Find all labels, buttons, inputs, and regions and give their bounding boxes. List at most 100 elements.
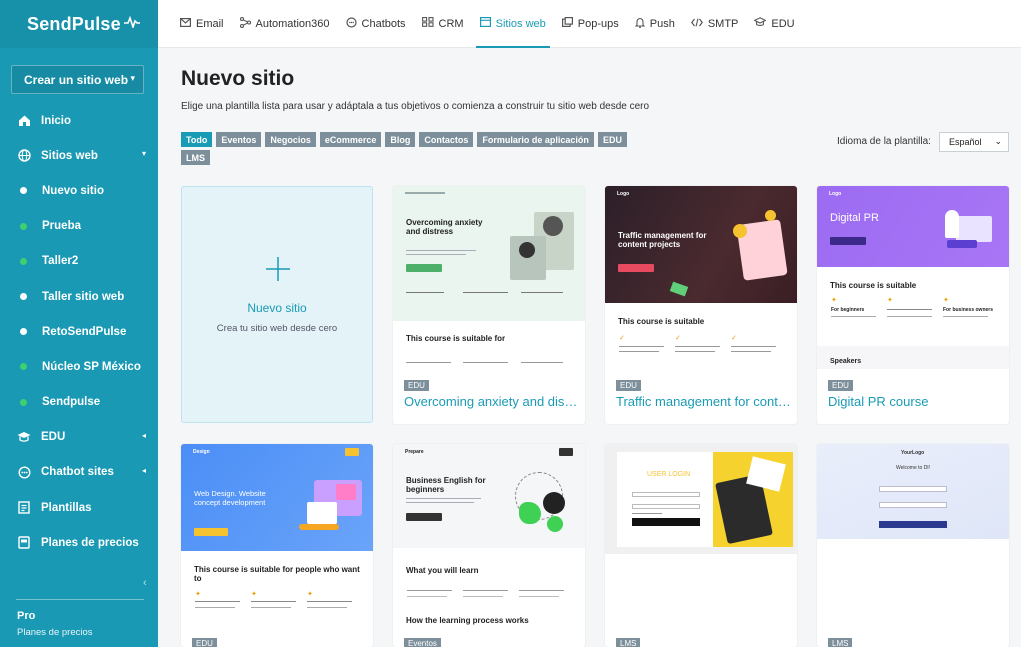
tab-label: Email	[196, 17, 224, 30]
filter-tag-formulario[interactable]: Formulario de aplicación	[477, 132, 594, 147]
template-card[interactable]: YourLogo Welcome to DI! LMS	[817, 444, 1009, 647]
template-category-badge: LMS	[828, 638, 853, 647]
thumb-footer: How the learning process works	[406, 616, 529, 625]
tab-email[interactable]: Email	[180, 0, 224, 48]
filter-tag-lms[interactable]: LMS	[181, 150, 210, 165]
popup-icon	[561, 17, 573, 30]
status-dot	[20, 187, 27, 195]
thumb-heading: USER LOGIN	[647, 471, 691, 478]
sidebar-subitem-nuevo-sitio[interactable]: Nuevo sitio	[0, 173, 158, 208]
top-navigation: Email Automation360 Chatbots CRM Sitios …	[158, 0, 1021, 48]
status-dot	[20, 363, 27, 371]
tab-smtp[interactable]: SMTP	[690, 0, 738, 48]
sidebar-subitem-retosendpulse[interactable]: RetoSendPulse	[0, 314, 158, 349]
template-language-value: Español	[949, 137, 982, 147]
template-thumbnail: Logo Digital PR This course is suitable …	[817, 186, 1009, 369]
create-site-button[interactable]: Crear un sitio web ▾	[11, 65, 144, 94]
pricing-plans-link[interactable]: Planes de precios	[17, 627, 93, 638]
chevron-down-icon: ▾	[130, 73, 135, 83]
pricing-icon	[17, 536, 31, 550]
sidebar-item-plantillas[interactable]: Plantillas	[0, 490, 158, 525]
sidebar-subitem-label: Nuevo sitio	[42, 184, 104, 197]
template-card[interactable]: Prepare Business English for beginners W…	[393, 444, 585, 647]
template-name: Overcoming anxiety and distress	[404, 394, 579, 409]
pulse-logo-icon	[123, 15, 140, 33]
tab-label: Sitios web	[495, 17, 546, 30]
category-filter: Todo Eventos Negocios eCommerce Blog Con…	[181, 132, 641, 165]
page-title: Nuevo sitio	[181, 67, 295, 90]
brand-logo[interactable]: SendPulse	[0, 0, 158, 48]
template-language-label: Idioma de la plantilla:	[837, 136, 931, 147]
website-icon	[479, 17, 491, 30]
template-category-badge: EDU	[404, 380, 429, 391]
template-card[interactable]: Logo Traffic management for content proj…	[605, 186, 797, 424]
status-dot	[20, 293, 27, 301]
thumb-column-label: For business owners	[943, 307, 994, 313]
template-thumbnail: Logo Traffic management for content proj…	[605, 186, 797, 369]
tab-push[interactable]: Push	[634, 0, 675, 48]
status-dot	[20, 398, 27, 406]
tab-label: Pop-ups	[577, 17, 619, 30]
sidebar: SendPulse Crear un sitio web ▾ Inicio Si…	[0, 0, 158, 647]
sidebar-item-label: EDU	[41, 431, 66, 444]
thumb-section: This course is suitable for	[406, 334, 506, 343]
sidebar-subitem-sendpulse[interactable]: Sendpulse	[0, 385, 158, 420]
sidebar-subitem-taller2[interactable]: Taller2	[0, 244, 158, 279]
sidebar-item-edu[interactable]: EDU ◂	[0, 420, 158, 455]
sidebar-subitem-label: Taller2	[42, 255, 79, 268]
template-thumbnail: Design Web Design. Website concept devel…	[181, 444, 373, 627]
template-language-select[interactable]: Español ⌄	[939, 132, 1009, 152]
template-category-badge: EDU	[828, 380, 853, 391]
template-card[interactable]: Design Web Design. Website concept devel…	[181, 444, 373, 647]
thumb-footer: Speakers	[830, 358, 862, 365]
sidebar-subitem-label: RetoSendPulse	[42, 325, 127, 338]
chevron-left-icon: ◂	[141, 430, 146, 440]
thumb-section: This course is suitable	[830, 281, 917, 290]
sidebar-subitem-nucleo-sp-mexico[interactable]: Núcleo SP México	[0, 349, 158, 384]
tab-edu[interactable]: EDU	[753, 0, 795, 48]
filter-tag-edu[interactable]: EDU	[597, 132, 627, 147]
tab-automation360[interactable]: Automation360	[239, 0, 330, 48]
filter-tag-todo[interactable]: Todo	[181, 132, 213, 147]
thumb-heading: Welcome to DI!	[896, 465, 931, 471]
filter-tag-negocios[interactable]: Negocios	[265, 132, 316, 147]
bell-icon	[634, 17, 646, 31]
new-site-card[interactable]: Nuevo sitio Crea tu sitio web desde cero	[181, 186, 373, 423]
filter-tag-contactos[interactable]: Contactos	[419, 132, 474, 147]
thumb-logo: YourLogo	[901, 450, 925, 456]
tab-sitios-web[interactable]: Sitios web	[475, 0, 550, 48]
template-category-badge: EDU	[616, 380, 641, 391]
thumb-logo: Logo	[829, 191, 842, 197]
thumb-section: What you will learn	[406, 566, 479, 575]
template-card[interactable]: USER LOGIN LMS	[605, 444, 797, 647]
sidebar-subitem-prueba[interactable]: Prueba	[0, 209, 158, 244]
tab-label: Push	[649, 17, 675, 30]
sidebar-subitem-label: Taller sitio web	[42, 290, 125, 303]
sidebar-item-chatbot-sites[interactable]: Chatbot sites ◂	[0, 455, 158, 490]
template-name: Traffic management for content projects	[616, 394, 791, 409]
thumb-section: This course is suitable for people who w…	[194, 565, 360, 584]
tab-label: Chatbots	[361, 17, 406, 30]
template-card[interactable]: Logo Digital PR This course is suitable …	[817, 186, 1009, 424]
tab-pop-ups[interactable]: Pop-ups	[561, 0, 619, 48]
chatbot-icon	[345, 16, 357, 31]
thumb-heading: Business English for beginners	[406, 476, 486, 495]
sidebar-subitem-taller-sitio-web[interactable]: Taller sitio web	[0, 279, 158, 314]
collapse-sidebar-icon[interactable]: ‹	[143, 577, 147, 589]
automation-icon	[239, 16, 251, 31]
filter-tag-blog[interactable]: Blog	[385, 132, 416, 147]
page-subtitle: Elige una plantilla lista para usar y ad…	[181, 101, 650, 112]
thumb-heading: Traffic management for content projects	[618, 231, 707, 250]
sidebar-item-planes-de-precios[interactable]: Planes de precios	[0, 525, 158, 560]
filter-tag-ecommerce[interactable]: eCommerce	[319, 132, 382, 147]
brand-name: SendPulse	[27, 13, 121, 34]
sidebar-item-inicio[interactable]: Inicio	[0, 103, 158, 138]
thumb-heading: Digital PR	[830, 212, 879, 224]
filter-tag-eventos[interactable]: Eventos	[216, 132, 262, 147]
tab-chatbots[interactable]: Chatbots	[345, 0, 406, 48]
status-dot	[20, 328, 27, 336]
template-card[interactable]: Overcoming anxiety and distress This cou…	[393, 186, 585, 424]
sidebar-item-sitios-web[interactable]: Sitios web ▾	[0, 138, 158, 173]
tab-crm[interactable]: CRM	[421, 0, 464, 48]
sidebar-divider	[16, 599, 144, 600]
